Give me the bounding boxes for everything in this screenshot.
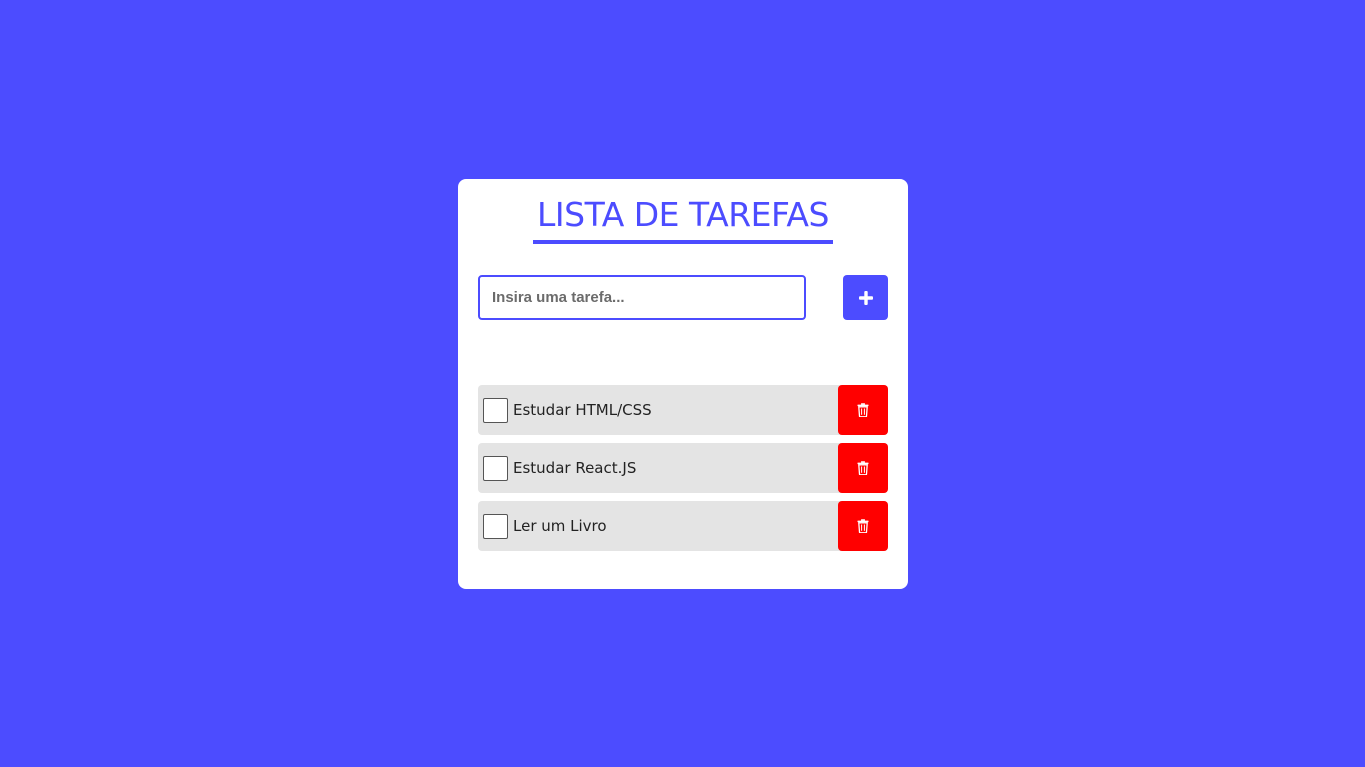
add-task-button[interactable] — [843, 275, 888, 320]
plus-icon — [858, 290, 873, 305]
task-list: Estudar HTML/CSS Estudar React.JS Ler um… — [478, 385, 888, 559]
page-title: LISTA DE TAREFAS — [537, 195, 829, 234]
delete-task-button[interactable] — [838, 501, 888, 551]
task-label: Ler um Livro — [513, 517, 607, 535]
trash-icon — [857, 403, 869, 417]
task-checkbox[interactable] — [483, 513, 508, 539]
task-item: Estudar HTML/CSS — [478, 385, 888, 435]
task-checkbox[interactable] — [483, 455, 508, 481]
task-item: Ler um Livro — [478, 501, 888, 551]
todo-card: LISTA DE TAREFAS Estudar HTML/CSS — [458, 179, 908, 589]
title-underline — [533, 240, 833, 244]
delete-task-button[interactable] — [838, 443, 888, 493]
task-checkbox[interactable] — [483, 397, 508, 423]
delete-task-button[interactable] — [838, 385, 888, 435]
trash-icon — [857, 461, 869, 475]
task-label: Estudar HTML/CSS — [513, 401, 652, 419]
trash-icon — [857, 519, 869, 533]
task-input[interactable] — [478, 275, 806, 320]
task-item: Estudar React.JS — [478, 443, 888, 493]
task-label: Estudar React.JS — [513, 459, 637, 477]
